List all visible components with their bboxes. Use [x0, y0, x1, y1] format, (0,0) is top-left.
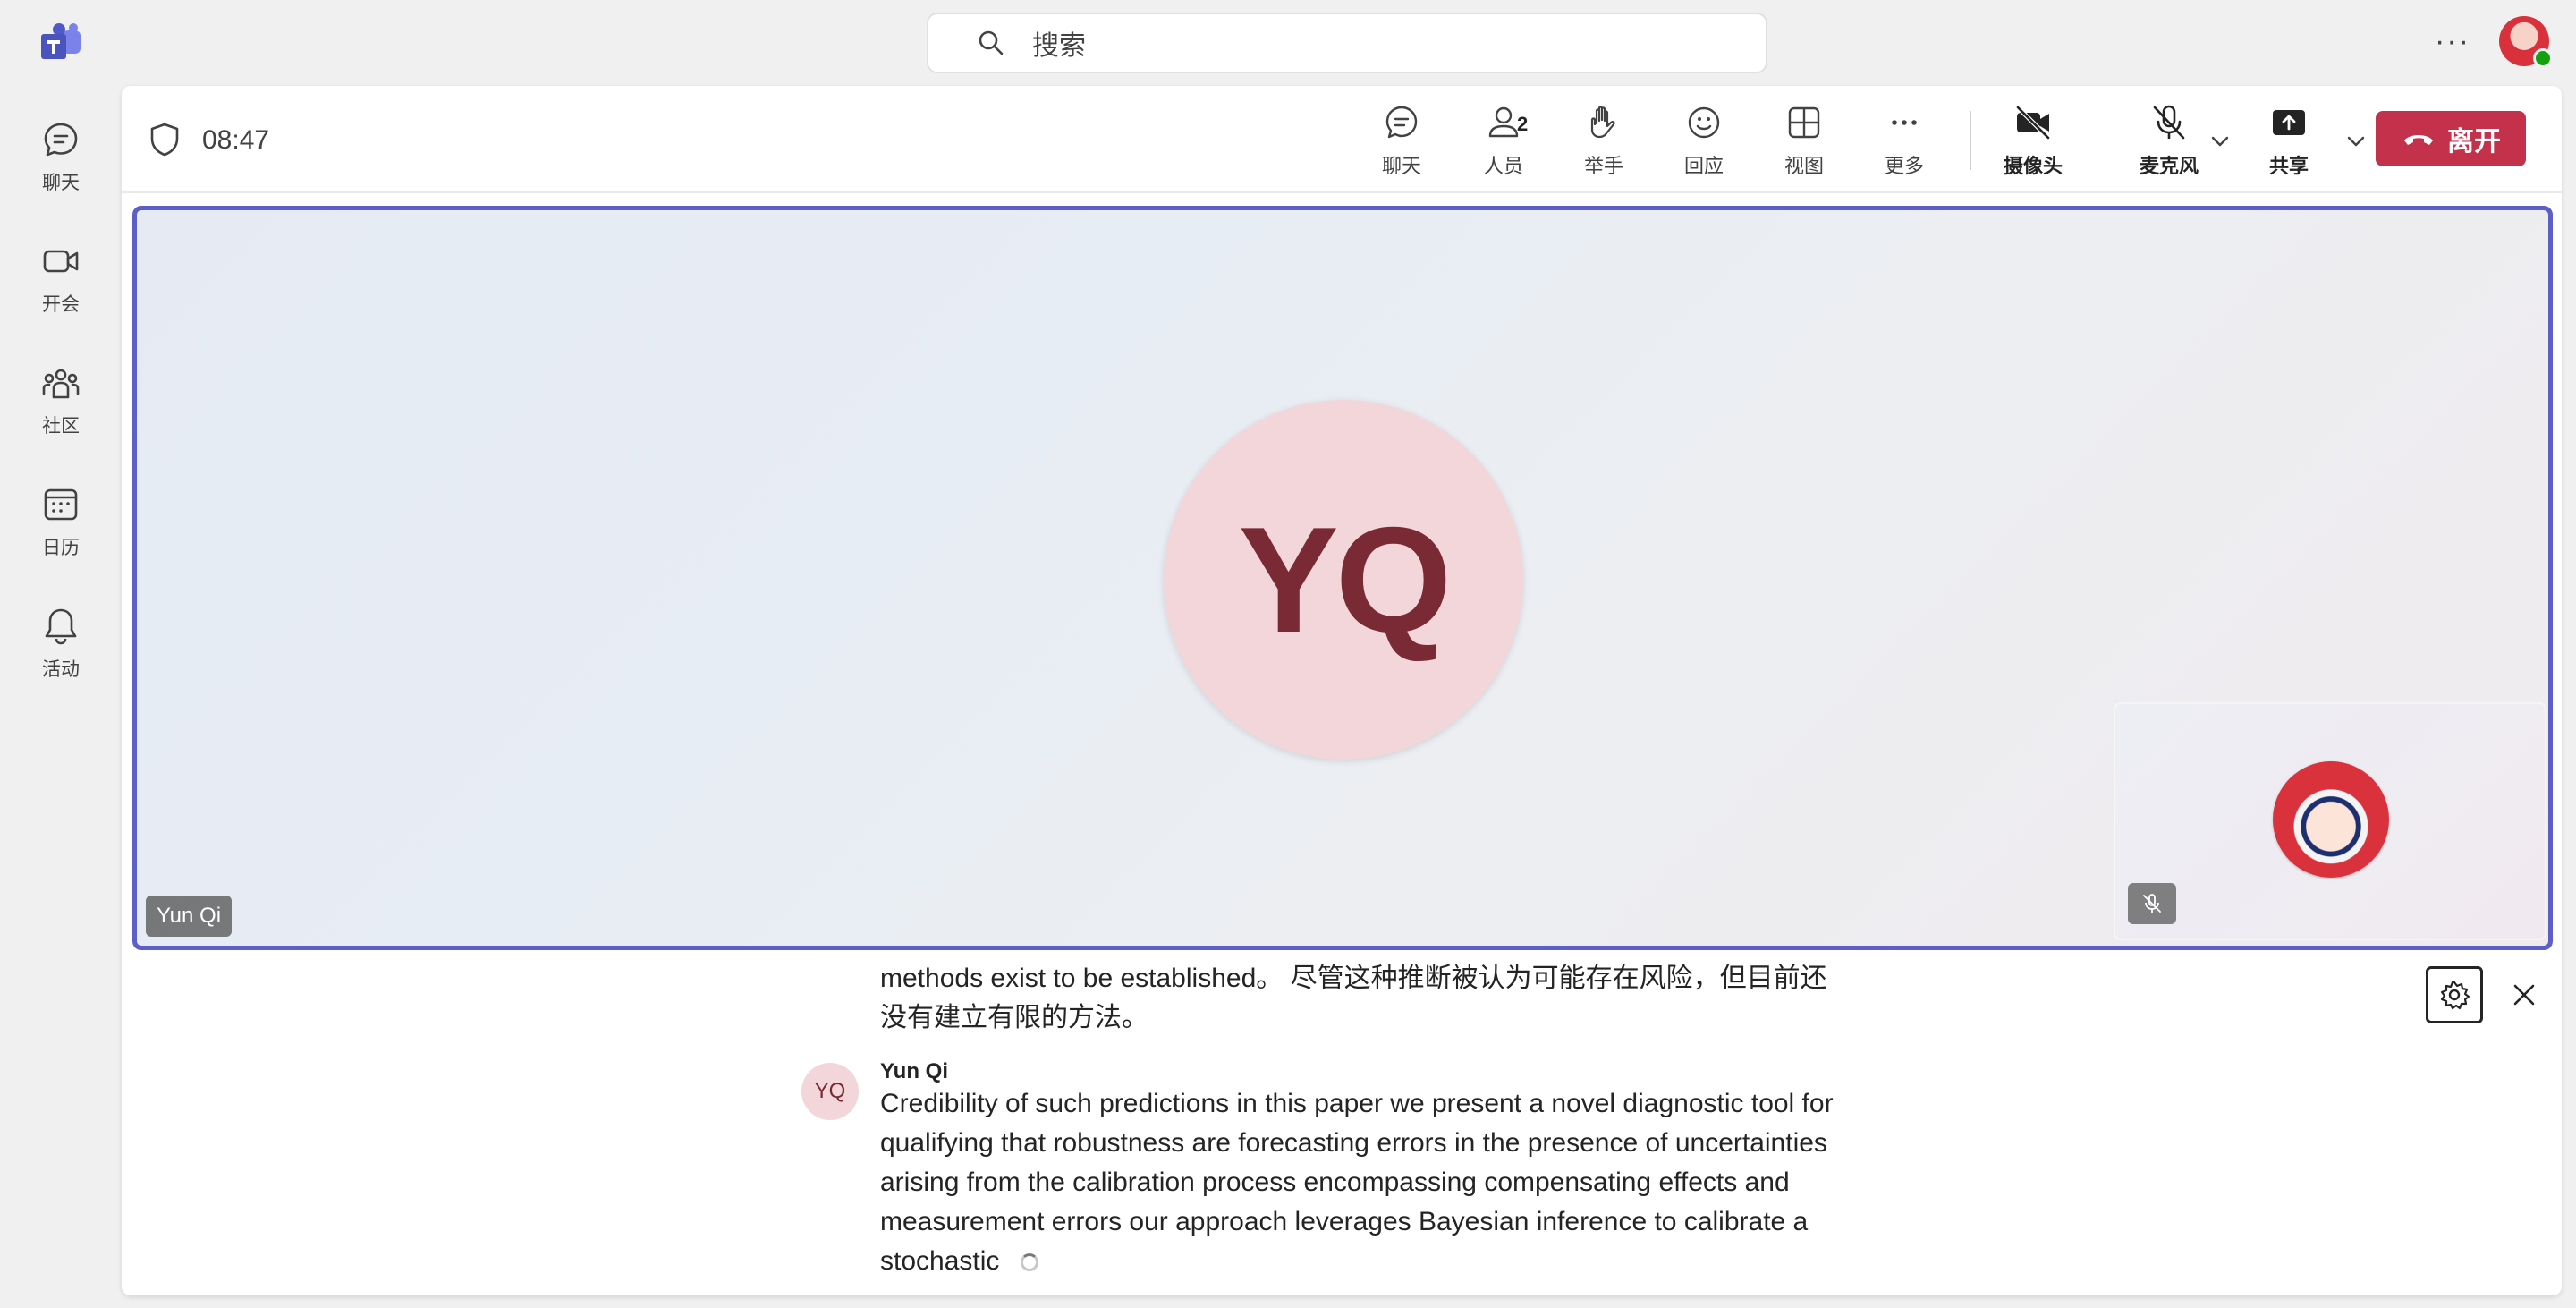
caption-previous-text: methods exist to be established。 尽管这种推断被… — [880, 964, 1827, 1032]
people-label: 人员 — [1483, 156, 1523, 178]
react-button[interactable]: 回应 — [1683, 102, 1724, 184]
leave-button[interactable]: 离开 — [2376, 111, 2526, 166]
more-label: 更多 — [1884, 156, 1924, 178]
search-box[interactable]: 搜索 — [927, 13, 1767, 73]
rail-label: 聊天 — [42, 172, 80, 193]
share-label: 共享 — [2268, 156, 2309, 178]
rail-item-community[interactable]: 社区 — [0, 342, 122, 449]
loading-spinner-icon — [1021, 1253, 1039, 1272]
user-avatar[interactable] — [2499, 16, 2553, 68]
mic-label: 麦克风 — [2140, 156, 2199, 178]
live-captions-panel: methods exist to be established。 尽管这种推断被… — [122, 954, 2562, 1295]
search-icon — [979, 30, 1004, 55]
emoji-icon — [1688, 106, 1720, 139]
toolbar-divider — [1970, 111, 1971, 170]
caption-current-text: Credibility of such predictions in this … — [880, 1084, 1846, 1281]
bell-icon — [45, 608, 77, 645]
camera-label: 摄像头 — [2004, 156, 2063, 178]
share-screen-icon — [2273, 110, 2305, 135]
view-button[interactable]: 视图 — [1784, 102, 1825, 184]
rail-label: 活动 — [42, 658, 80, 680]
app-rail: 聊天 开会 社区 日历 活动 — [0, 86, 122, 1308]
participant-initials: YQ — [1238, 495, 1453, 664]
leave-label: 离开 — [2447, 126, 2501, 157]
participant-name-tag: Yun Qi — [146, 896, 233, 937]
search-placeholder: 搜索 — [1032, 30, 1086, 62]
chat-icon — [1385, 106, 1418, 139]
camera-off-icon — [2016, 106, 2050, 140]
more-button[interactable]: 更多 — [1884, 102, 1925, 184]
rail-item-meet[interactable]: 开会 — [0, 220, 122, 327]
caption-current-content: Credibility of such predictions in this … — [880, 1089, 1834, 1276]
caption-close-button[interactable] — [2503, 973, 2546, 1016]
camera-button[interactable]: 摄像头 — [2004, 102, 2063, 184]
calendar-icon — [44, 488, 78, 521]
view-label: 视图 — [1784, 156, 1824, 178]
caption-speaker-avatar: YQ — [801, 1063, 859, 1120]
self-video-tile[interactable] — [2114, 702, 2546, 940]
rail-item-calendar[interactable]: 日历 — [0, 463, 122, 571]
self-muted-badge — [2128, 883, 2176, 924]
mic-off-icon — [2153, 105, 2185, 140]
rail-label: 日历 — [42, 537, 80, 558]
raise-hand-label: 举手 — [1583, 156, 1623, 178]
chevron-down-icon[interactable] — [2207, 129, 2233, 154]
mic-off-icon — [2143, 894, 2161, 913]
grid-view-icon — [1788, 106, 1820, 139]
meeting-window: 08:47 聊天 人员 2 举手 回应 视图 更多 摄像头 麦克风 共享 离开 … — [122, 86, 2562, 1295]
share-button[interactable]: 共享 — [2268, 102, 2309, 184]
chat-button[interactable]: 聊天 — [1381, 102, 1422, 184]
close-icon — [2513, 984, 2535, 1006]
meeting-timer: 08:47 — [202, 125, 270, 155]
participant-avatar: YQ — [1164, 400, 1523, 760]
chat-icon — [44, 123, 78, 157]
caption-speaker-initials: YQ — [814, 1079, 846, 1103]
title-bar: 搜索 ··· — [0, 0, 2576, 86]
meeting-toolbar: 08:47 聊天 人员 2 举手 回应 视图 更多 摄像头 麦克风 共享 离开 — [122, 86, 2562, 193]
rail-item-activity[interactable]: 活动 — [0, 585, 122, 692]
community-icon — [42, 369, 80, 399]
hand-icon — [1590, 106, 1615, 139]
presence-badge — [2533, 48, 2553, 68]
gear-icon — [2440, 981, 2470, 1010]
raise-hand-button[interactable]: 举手 — [1583, 102, 1624, 184]
shield-icon[interactable] — [148, 122, 181, 157]
caption-settings-button[interactable] — [2426, 966, 2483, 1023]
rail-item-chat[interactable]: 聊天 — [0, 98, 122, 206]
more-horizontal-icon[interactable]: ··· — [2435, 23, 2470, 59]
teams-logo-icon[interactable] — [36, 21, 86, 64]
caption-speaker-name: Yun Qi — [880, 1059, 949, 1083]
video-stage: YQ Yun Qi — [132, 206, 2553, 950]
react-label: 回应 — [1683, 156, 1724, 178]
self-avatar — [2273, 761, 2389, 878]
rail-label: 社区 — [42, 415, 80, 437]
more-horizontal-icon — [1892, 120, 1917, 125]
chat-label: 聊天 — [1381, 156, 1421, 178]
mic-button[interactable]: 麦克风 — [2140, 102, 2199, 184]
video-meeting-icon — [43, 250, 79, 273]
people-count-badge: 2 — [1517, 113, 1529, 135]
rail-label: 开会 — [42, 293, 80, 315]
chevron-down-icon[interactable] — [2343, 129, 2368, 154]
phone-hangup-icon — [2404, 135, 2433, 145]
